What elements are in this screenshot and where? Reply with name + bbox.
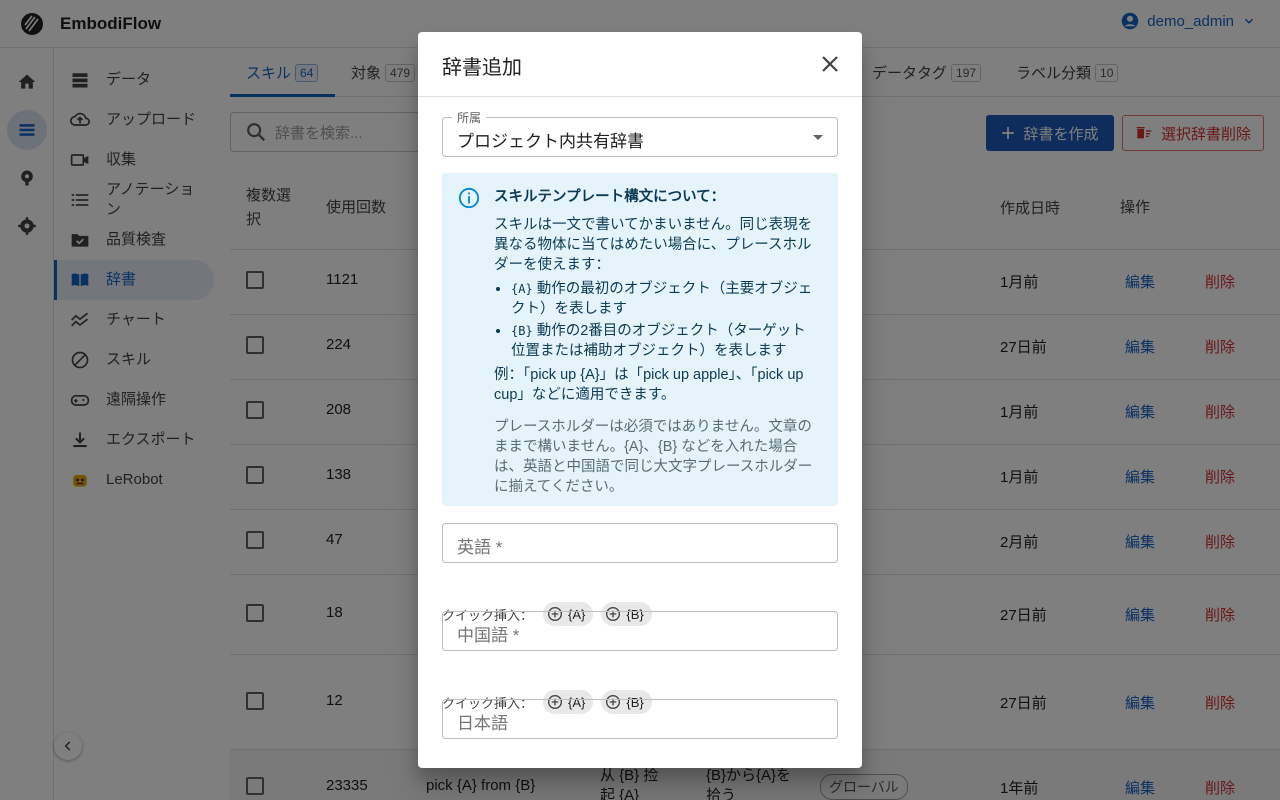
placeholder-a-item: {A} 動作の最初のオブジェクト（主要オブジェクト）を表します xyxy=(511,279,820,319)
syntax-info-alert: スキルテンプレート構文について： スキルは一文で書いてかまいません。同じ表現を異… xyxy=(442,173,838,506)
placeholder-b-item: {B} 動作の2番目のオブジェクト（ターゲット位置または補助オブジェクト）を表し… xyxy=(511,321,820,361)
info-note: プレースホルダーは必須ではありません。文章のままで構いません。{A}、{B} な… xyxy=(494,419,813,495)
chinese-field[interactable]: 中国語 * xyxy=(442,611,838,651)
info-paragraph: スキルは一文で書いてかまいません。同じ表現を異なる物体に当てはめたい場合に、プレ… xyxy=(494,217,813,273)
english-field[interactable]: 英語 * xyxy=(442,523,838,563)
info-icon xyxy=(458,187,480,209)
scope-select-value: プロジェクト内共有辞書 xyxy=(457,132,644,151)
scope-select[interactable]: 所属 プロジェクト内共有辞書 xyxy=(442,109,838,157)
close-icon[interactable] xyxy=(818,52,842,76)
japanese-field[interactable]: 日本語 xyxy=(442,699,838,739)
placeholder-list: {A} 動作の最初のオブジェクト（主要オブジェクト）を表します {B} 動作の2… xyxy=(511,279,820,361)
dropdown-arrow-icon xyxy=(813,135,823,140)
scope-select-label: 所属 xyxy=(452,109,487,126)
dialog-title: 辞書追加 xyxy=(442,57,522,79)
info-example: 例：「pick up {A}」は「pick up apple」、「pick up… xyxy=(494,367,804,403)
dialog-body: 所属 プロジェクト内共有辞書 スキルテンプレート構文について： スキルは一文で書… xyxy=(418,97,862,768)
info-title: スキルテンプレート構文について： xyxy=(494,189,726,205)
dialog-header: 辞書追加 xyxy=(418,32,862,97)
add-dictionary-dialog: 辞書追加 所属 プロジェクト内共有辞書 スキルテンプレート構文について： スキル… xyxy=(418,32,862,768)
